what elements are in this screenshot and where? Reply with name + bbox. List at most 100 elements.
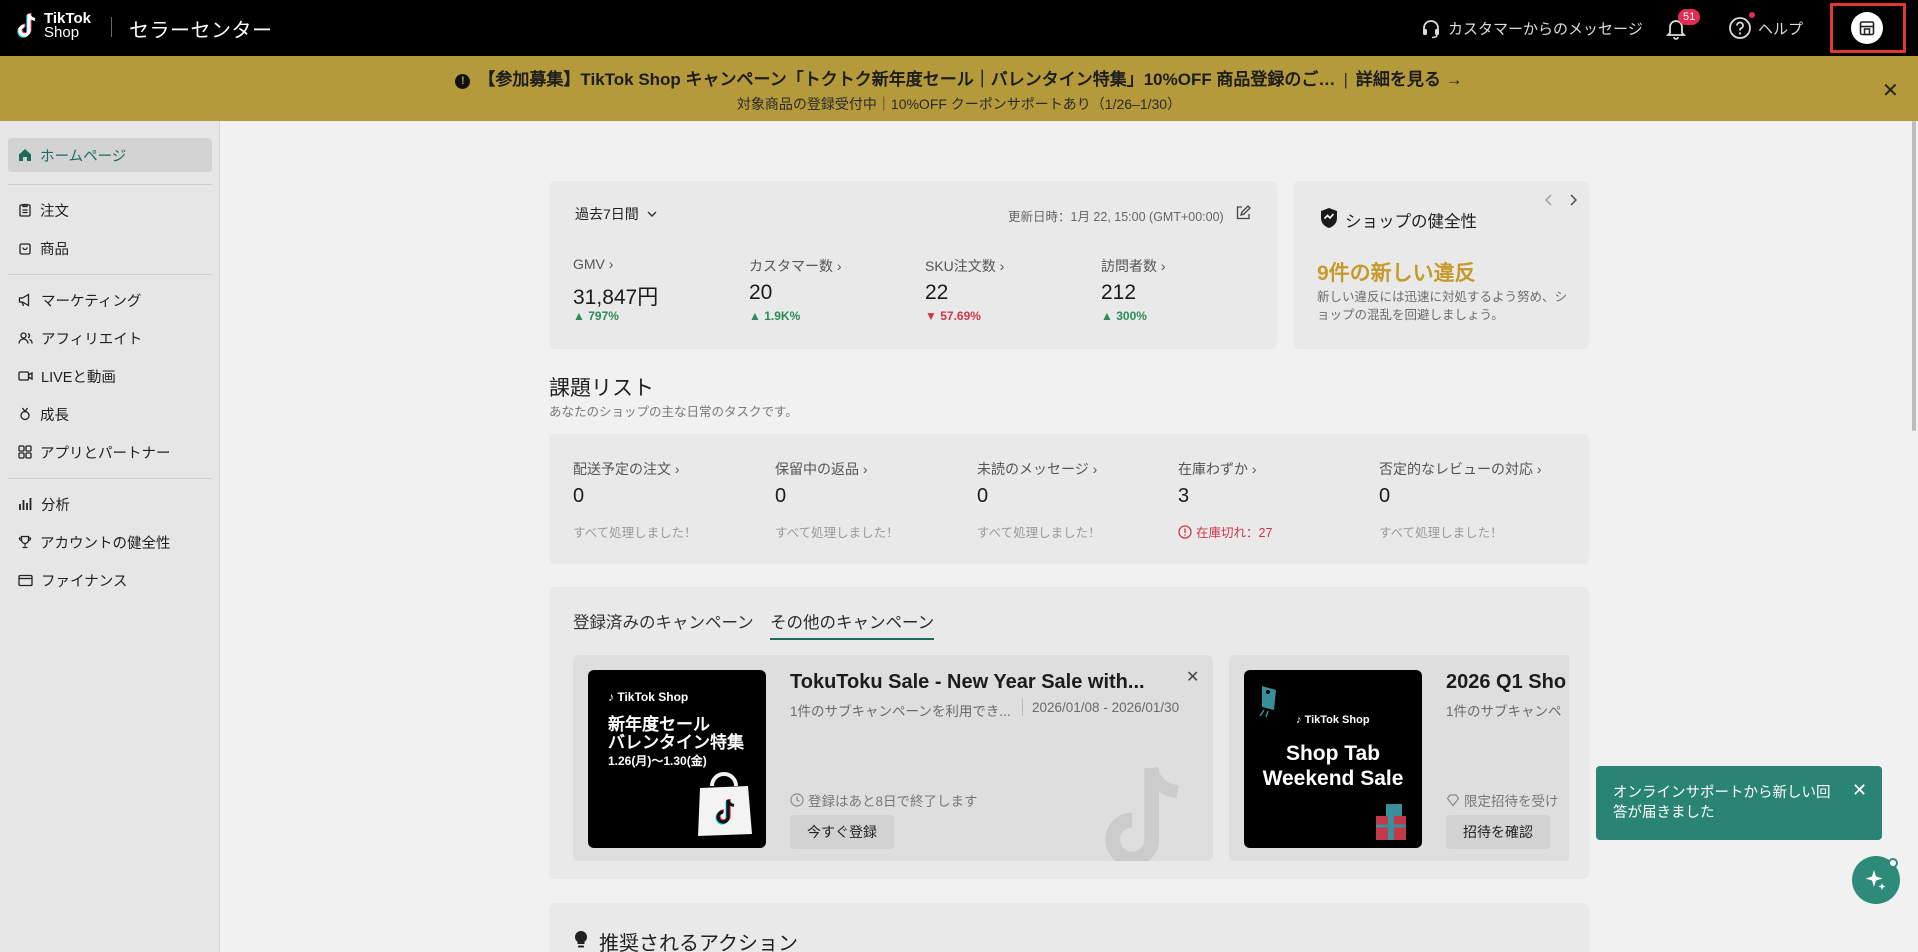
campaign-image-2-line2: Weekend Sale <box>1262 767 1404 790</box>
video-icon <box>18 371 33 381</box>
help-button[interactable]: ヘルプ <box>1728 0 1803 56</box>
health-violations[interactable]: 9件の新しい違反 <box>1317 257 1476 287</box>
sidebar-item-marketing[interactable]: マーケティング <box>8 283 212 317</box>
tiktok-shop-logo[interactable]: TikTok Shop <box>14 11 91 41</box>
campaign-image-2[interactable]: ♪ TikTok Shop Shop Tab Weekend Sale <box>1244 670 1422 848</box>
toast-close-icon[interactable]: ✕ <box>1852 780 1867 800</box>
sidebar-item-apps-partners[interactable]: アプリとパートナー <box>8 435 212 469</box>
campaign-card-2-clip: ♪ TikTok Shop Shop Tab Weekend Sale 2026… <box>1229 655 1569 861</box>
sidebar-item-label: アプリとパートナー <box>40 445 171 462</box>
sidebar-item-affiliate[interactable]: アフィリエイト <box>8 321 212 355</box>
sidebar-item-products[interactable]: 商品 <box>8 231 212 265</box>
sidebar-item-label: アカウントの健全性 <box>40 535 171 552</box>
campaign-card-1[interactable]: ♪ TikTok Shop 新年度セール バレンタイン特集 1.26(月)〜1.… <box>573 655 1213 861</box>
metric-customers-label[interactable]: カスタマー数 › <box>749 256 842 276</box>
register-now-button[interactable]: 今すぐ登録 <box>790 815 894 849</box>
campaign-image-brand: ♪ TikTok Shop <box>608 690 689 704</box>
campaigns-card: 登録済みのキャンペーン その他のキャンペーン ♪ TikTok Shop 新年度… <box>549 587 1589 879</box>
campaign-meta-divider <box>1022 698 1023 716</box>
sidebar-item-finance[interactable]: ファイナンス <box>8 563 212 597</box>
health-description: 新しい違反には迅速に対処するよう努め、ショップの混乱を回避しましょう。 <box>1317 290 1568 322</box>
metric-gmv-value: 31,847円 <box>573 286 659 309</box>
chevron-right-icon[interactable] <box>1567 193 1579 207</box>
campaign-sub-2: 1件のサブキャンペ <box>1446 704 1562 719</box>
sidebar-item-growth[interactable]: 成長 <box>8 397 212 431</box>
task-shipping-note: すべて処理しました！ <box>573 526 697 540</box>
help-red-dot <box>1749 12 1755 18</box>
banner-title: 【参加募集】TikTok Shop キャンペーン「トクトク新年度セール｜バレンタ… <box>478 70 1336 89</box>
chevron-down-icon <box>647 211 657 217</box>
tab-registered-campaigns[interactable]: 登録済みのキャンペーン <box>573 609 754 633</box>
sidebar-item-account-health[interactable]: アカウントの健全性 <box>8 525 212 559</box>
sidebar-item-label: LIVEと動画 <box>41 369 116 386</box>
period-label: 過去7日間 <box>575 206 639 222</box>
help-label: ヘルプ <box>1758 20 1804 38</box>
recommended-actions-title: 推奨されるアクション <box>599 933 798 952</box>
page-scrollbar[interactable] <box>1912 121 1916 431</box>
sidebar-item-label: 成長 <box>40 407 69 424</box>
period-selector[interactable]: 過去7日間 <box>575 204 659 224</box>
tiktok-watermark-icon <box>1105 766 1179 861</box>
metric-visitors-change: ▲ 300% <box>1101 309 1147 323</box>
task-shipping-label[interactable]: 配送予定の注文 › <box>573 459 680 479</box>
question-circle-icon <box>1729 17 1751 39</box>
task-returns-label[interactable]: 保留中の返品 › <box>775 459 868 479</box>
toast-message: オンラインサポートから新しい回答が届きました <box>1613 785 1831 821</box>
campaign-image-2-line1: Shop Tab <box>1285 742 1381 765</box>
notifications-button[interactable]: 51 <box>1664 0 1701 56</box>
campaign-image-1[interactable]: ♪ TikTok Shop 新年度セール バレンタイン特集 1.26(月)〜1.… <box>588 670 766 848</box>
sidebar-divider <box>8 184 212 185</box>
sidebar-item-home[interactable]: ホームページ <box>8 138 212 172</box>
sidebar-item-label: ホームページ <box>40 148 127 165</box>
banner-separator: | <box>1343 70 1348 89</box>
sidebar-item-orders[interactable]: 注文 <box>8 193 212 227</box>
task-low-stock-note: 在庫切れ：27 <box>1178 522 1272 541</box>
trophy-icon <box>18 535 32 549</box>
task-returns-value: 0 <box>775 485 787 507</box>
task-low-stock-value: 3 <box>1178 485 1190 507</box>
campaign-title-1[interactable]: TokuToku Sale - New Year Sale with... <box>790 671 1145 694</box>
medal-icon <box>20 407 30 421</box>
task-negative-reviews-note: すべて処理しました！ <box>1379 526 1503 540</box>
chevron-left-icon[interactable] <box>1543 193 1555 207</box>
app-title: セラーセンター <box>129 20 273 42</box>
campaign-dates-1: 2026/01/08 - 2026/01/30 <box>1032 700 1180 715</box>
sidebar-item-live-video[interactable]: LIVEと動画 <box>8 359 212 393</box>
wallet-icon <box>18 574 33 587</box>
banner-details-link[interactable]: 詳細を見る → <box>1356 70 1463 89</box>
updated-time: 更新日時：1月 22, 15:00 (GMT+00:00) <box>1008 210 1224 224</box>
sidebar: ホームページ 注文 商品 マーケティング アフィリエイト LIVEと動画 成長 … <box>0 121 220 952</box>
campaign-image-dates: 1.26(月)〜1.30(金) <box>608 754 707 768</box>
task-negative-reviews-label[interactable]: 否定的なレビューの対応 › <box>1379 459 1542 479</box>
support-reply-toast[interactable]: オンラインサポートから新しい回答が届きました ✕ <box>1596 766 1882 840</box>
shop-account-button[interactable] <box>1851 12 1883 44</box>
megaphone-icon <box>18 293 30 307</box>
task-messages-label[interactable]: 未読のメッセージ › <box>977 459 1097 479</box>
task-list-title: 課題リスト <box>549 377 654 400</box>
users-icon <box>18 332 33 344</box>
tab-other-campaigns[interactable]: その他のキャンペーン <box>770 609 935 640</box>
campaign-status-2: 限定招待を受け <box>1446 790 1559 810</box>
gift-box-icon <box>1376 804 1406 840</box>
grid-icon <box>18 445 32 459</box>
customer-messages-button[interactable]: カスタマーからのメッセージ <box>1420 0 1643 56</box>
edit-icon[interactable] <box>1235 205 1251 221</box>
task-low-stock-label[interactable]: 在庫わずか › <box>1178 459 1257 479</box>
metric-gmv-change: ▲ 797% <box>573 309 619 323</box>
campaign-close-icon[interactable]: ✕ <box>1186 667 1199 687</box>
sidebar-item-label: アフィリエイト <box>41 331 143 348</box>
metric-gmv-label[interactable]: GMV › <box>573 256 613 272</box>
campaign-card-2[interactable]: ♪ TikTok Shop Shop Tab Weekend Sale 2026… <box>1229 655 1569 861</box>
stats-card: 過去7日間 更新日時：1月 22, 15:00 (GMT+00:00) GMV … <box>549 181 1277 349</box>
campaign-title-2[interactable]: 2026 Q1 Sho <box>1446 671 1566 694</box>
metric-sku-label[interactable]: SKU注文数 › <box>925 256 1004 276</box>
tiktok-logo-icon <box>17 13 36 38</box>
metric-visitors-label[interactable]: 訪問者数 › <box>1101 256 1166 276</box>
sidebar-item-label: マーケティング <box>41 293 142 310</box>
clipboard-icon <box>19 203 31 217</box>
ai-assistant-button[interactable] <box>1852 856 1900 904</box>
home-icon <box>19 149 31 161</box>
check-invitation-button[interactable]: 招待を確認 <box>1446 815 1550 849</box>
sidebar-item-analytics[interactable]: 分析 <box>8 487 212 521</box>
banner-close-icon[interactable]: ✕ <box>1882 78 1899 103</box>
